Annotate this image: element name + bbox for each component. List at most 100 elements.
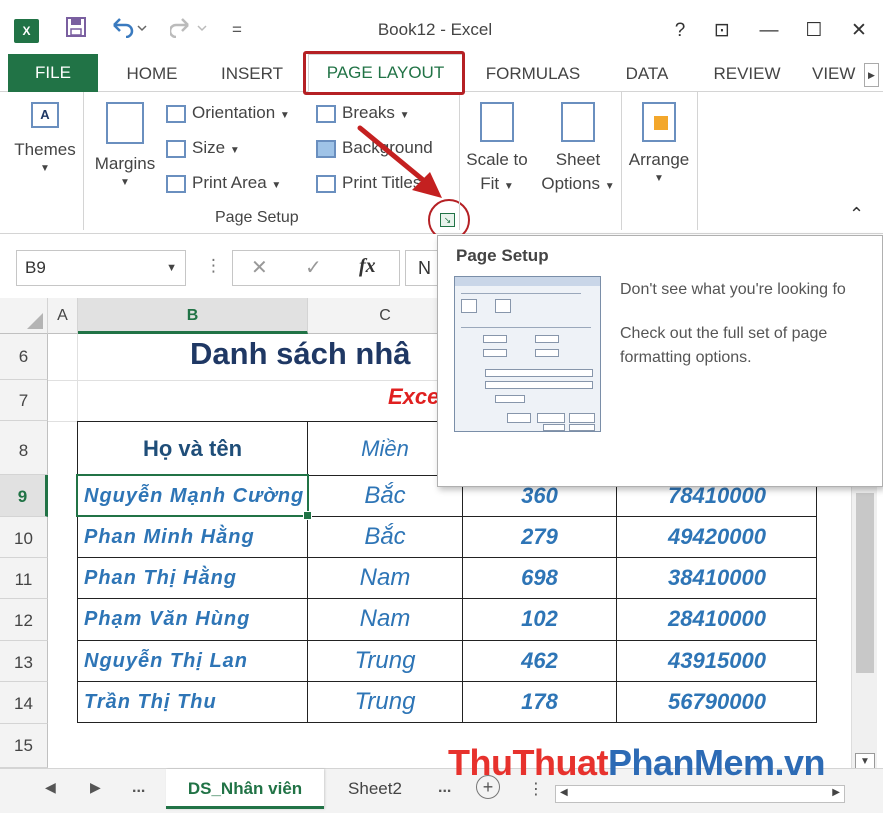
tab-insert[interactable]: INSERT: [208, 60, 296, 88]
column-header-b[interactable]: B: [78, 298, 308, 334]
table-cell-region[interactable]: Nam: [308, 599, 463, 641]
header-name-cell[interactable]: Họ và tên: [78, 422, 308, 476]
chevron-down-icon[interactable]: ▼: [166, 251, 177, 285]
prev-sheet-icon[interactable]: ◀: [45, 779, 56, 796]
row-header-10[interactable]: 10: [0, 517, 48, 558]
chevron-down-icon: ▼: [40, 163, 50, 174]
collapse-ribbon-icon[interactable]: ⌃: [849, 204, 864, 225]
table-cell-value[interactable]: 279: [463, 517, 617, 558]
horizontal-scrollbar[interactable]: ◀ ▶: [555, 785, 845, 803]
row-header-6[interactable]: 6: [0, 334, 48, 380]
orientation-button[interactable]: Orientation ▼: [166, 98, 290, 128]
tab-data[interactable]: DATA: [612, 60, 682, 88]
annotation-arrow: [357, 125, 442, 198]
scale-to-fit-icon: [480, 102, 514, 142]
row-header-8[interactable]: 8: [0, 421, 48, 475]
ribbon-separator: [83, 92, 84, 230]
next-sheet-icon[interactable]: ▶: [90, 779, 101, 796]
table-cell-name[interactable]: Phan Thị Hằng: [78, 558, 308, 599]
themes-button[interactable]: A Themes ▼: [10, 102, 80, 176]
close-button[interactable]: ✕: [845, 18, 873, 44]
tab-review[interactable]: REVIEW: [704, 60, 790, 88]
scale-to-label: Scale to: [466, 150, 528, 169]
scrollbar-thumb[interactable]: [856, 493, 874, 673]
tab-formulas[interactable]: FORMULAS: [476, 60, 590, 88]
size-button[interactable]: Size ▼: [166, 133, 240, 163]
more-options-icon[interactable]: ⋮: [205, 256, 222, 276]
scroll-right-icon[interactable]: ▶: [832, 787, 840, 798]
breaks-icon: [316, 104, 336, 123]
tab-file[interactable]: FILE: [8, 54, 98, 92]
cancel-icon[interactable]: ✕: [251, 255, 268, 280]
tooltip-line-1: Don't see what you're looking fo: [620, 281, 846, 298]
size-label: Size: [192, 138, 226, 157]
table-cell-salary[interactable]: 38410000: [617, 558, 817, 599]
fit-label: Fit ▼: [480, 174, 514, 193]
insert-function-icon[interactable]: fx: [359, 255, 376, 278]
table-cell-region[interactable]: Bắc: [308, 517, 463, 558]
row-header-14[interactable]: 14: [0, 682, 48, 724]
ribbon-display-button[interactable]: ⊡: [708, 18, 736, 44]
table-cell-salary[interactable]: 49420000: [617, 517, 817, 558]
sheet-tab-sheet2[interactable]: Sheet2: [330, 769, 420, 809]
arrange-button[interactable]: Arrange ▼: [624, 102, 694, 186]
table-cell-region[interactable]: Nam: [308, 558, 463, 599]
tab-highlight-box: [303, 51, 465, 95]
table-cell-region[interactable]: Trung: [308, 641, 463, 682]
save-icon[interactable]: [65, 16, 87, 44]
undo-icon[interactable]: [110, 16, 150, 44]
tooltip-line-3: formatting options.: [620, 349, 752, 366]
minimize-button[interactable]: —: [755, 18, 783, 44]
chevron-down-icon: ▼: [271, 180, 282, 191]
size-icon: [166, 139, 186, 158]
tab-view[interactable]: VIEW: [812, 60, 864, 88]
tab-scroll-right-icon[interactable]: ▶: [864, 63, 879, 87]
scroll-down-icon[interactable]: ▼: [855, 753, 875, 768]
name-box[interactable]: B9 ▼: [16, 250, 186, 286]
tab-home[interactable]: HOME: [112, 60, 192, 88]
sheet-options-button[interactable]: Sheet Options ▼: [536, 102, 620, 199]
table-cell-value[interactable]: 102: [463, 599, 617, 641]
table-cell-name[interactable]: Phan Minh Hằng: [78, 517, 308, 558]
table-cell-region[interactable]: Trung: [308, 682, 463, 722]
row-header-12[interactable]: 12: [0, 599, 48, 641]
column-header-a[interactable]: A: [48, 298, 78, 334]
table-cell-value[interactable]: 462: [463, 641, 617, 682]
print-area-icon: [166, 174, 186, 193]
vertical-scrollbar[interactable]: [851, 473, 877, 768]
row-header-9[interactable]: 9: [0, 475, 48, 517]
row-header-15[interactable]: 15: [0, 724, 48, 768]
margins-icon: [106, 102, 144, 144]
help-button[interactable]: ?: [666, 18, 694, 44]
print-area-button[interactable]: Print Area ▼: [166, 168, 281, 198]
margins-label: Margins: [94, 154, 156, 173]
table-cell-name[interactable]: Nguyễn Thị Lan: [78, 641, 308, 682]
enter-icon[interactable]: ✓: [305, 255, 322, 280]
table-cell-salary[interactable]: 43915000: [617, 641, 817, 682]
row-header-13[interactable]: 13: [0, 641, 48, 682]
scale-to-fit-button[interactable]: Scale to Fit ▼: [462, 102, 532, 199]
table-cell-name[interactable]: Phạm Văn Hùng: [78, 599, 308, 641]
arrange-icon: [642, 102, 676, 142]
more-sheets-left-icon[interactable]: ...: [132, 779, 145, 797]
table-cell-value[interactable]: 178: [463, 682, 617, 722]
page-setup-group-label: Page Setup: [215, 209, 299, 226]
table-cell-salary[interactable]: 28410000: [617, 599, 817, 641]
customize-toolbar-icon[interactable]: =: [232, 16, 242, 44]
active-cell-selection[interactable]: [76, 474, 312, 520]
scroll-left-icon[interactable]: ◀: [560, 787, 568, 798]
row-header-11[interactable]: 11: [0, 558, 48, 599]
margins-button[interactable]: Margins ▼: [90, 102, 160, 190]
table-cell-name[interactable]: Trần Thị Thu: [78, 682, 308, 722]
watermark-logo: ThuThuatPhanMem.vn: [448, 742, 826, 783]
table-cell-salary[interactable]: 56790000: [617, 682, 817, 722]
sheet-tab-ds-nhan-vien[interactable]: DS_Nhân viên: [166, 769, 324, 809]
themes-label: Themes: [14, 140, 76, 159]
background-icon: [316, 139, 336, 158]
row-header-7[interactable]: 7: [0, 380, 48, 421]
redo-icon[interactable]: [168, 16, 210, 44]
maximize-button[interactable]: ☐: [800, 18, 828, 44]
orientation-label: Orientation: [192, 103, 276, 122]
table-cell-value[interactable]: 698: [463, 558, 617, 599]
select-all-button[interactable]: [0, 298, 48, 334]
